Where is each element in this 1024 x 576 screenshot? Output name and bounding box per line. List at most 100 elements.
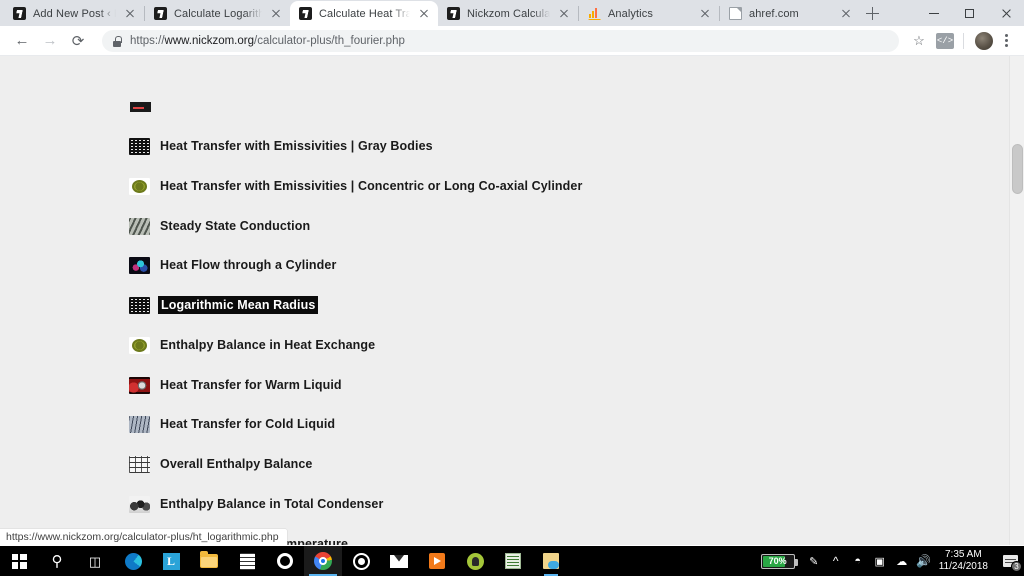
tab-close-icon[interactable] — [556, 6, 572, 22]
scrollbar-thumb[interactable] — [1012, 144, 1023, 194]
browser-tab[interactable]: Nickzom Calculator Calc — [438, 1, 578, 26]
calculator-list-item[interactable]: Heat Transfer with Emissivities | Gray B… — [129, 134, 435, 158]
forward-button[interactable]: → — [36, 27, 64, 55]
calculator-list-item-label: Overall Enthalpy Balance — [160, 457, 313, 471]
start-button[interactable] — [0, 546, 38, 576]
clock[interactable]: 7:35 AM 11/24/2018 — [935, 549, 996, 573]
qr-thumbnail-icon — [129, 137, 150, 155]
bookmark-star-icon[interactable]: ☆ — [907, 29, 931, 53]
orange-play-icon — [429, 553, 445, 569]
calculator-list-item-label: Heat Transfer with Emissivities | Concen… — [160, 179, 583, 193]
onedrive-cloud-icon[interactable]: ☁ — [891, 546, 913, 576]
profile-avatar[interactable] — [972, 29, 996, 53]
mail-envelope-icon — [390, 554, 408, 568]
browser-tab[interactable]: Calculate Logarithmic M — [145, 1, 290, 26]
maximize-button[interactable] — [952, 0, 988, 26]
browser-tab[interactable]: Calculate Heat Transfer — [290, 1, 438, 26]
windows-logo-icon — [11, 553, 27, 569]
letter-l-icon: L — [162, 552, 180, 570]
nickzom-icon — [13, 7, 26, 20]
browser-tab[interactable]: Add New Post ‹ Nickzom — [4, 1, 144, 26]
back-button[interactable]: ← — [8, 27, 36, 55]
edge-button[interactable] — [114, 546, 152, 576]
browser-tab[interactable]: Analytics — [579, 1, 719, 26]
page-content: Heat Transfer with Emissivities | Gray B… — [0, 56, 1024, 545]
qr-thumbnail-icon — [129, 296, 150, 314]
calculator-icon — [239, 552, 255, 570]
tab-title: Add New Post ‹ Nickzom — [33, 7, 116, 20]
notification-center-button[interactable]: 3 — [996, 546, 1024, 576]
calculator-list-item-label: Enthalpy Balance in Total Condenser — [160, 497, 384, 511]
calculator-button[interactable] — [228, 546, 266, 576]
calculator-list-item-label: Heat Flow through a Cylinder — [160, 258, 337, 272]
address-bar[interactable]: https://www.nickzom.org/calculator-plus/… — [102, 29, 899, 52]
search-icon: ⚲ — [51, 552, 63, 570]
tab-close-icon[interactable] — [122, 6, 138, 22]
url-host: www.nickzom.org — [164, 34, 254, 47]
tab-close-icon[interactable] — [416, 6, 432, 22]
cloud-file-button[interactable] — [532, 546, 570, 576]
window-controls — [916, 0, 1024, 26]
search-button[interactable]: ⚲ — [38, 546, 76, 576]
clock-time: 7:35 AM — [944, 549, 982, 560]
tab-close-icon[interactable] — [838, 6, 854, 22]
close-button[interactable] — [988, 0, 1024, 26]
show-hidden-icons-chevron[interactable]: ^ — [825, 546, 847, 576]
new-tab-button[interactable] — [860, 0, 886, 26]
folder-icon — [200, 551, 218, 568]
calculator-list-item[interactable]: Heat Transfer for Warm Liquid — [129, 373, 344, 397]
tab-title: Calculate Heat Transfer — [319, 7, 410, 20]
calculator-list-item-label: Heat Transfer with Emissivities | Gray B… — [160, 139, 433, 153]
calculator-list-item-label: Heat Transfer for Warm Liquid — [160, 378, 342, 392]
calculator-list-item[interactable]: Enthalpy Balance in Total Condenser — [129, 492, 385, 516]
lock-icon — [112, 35, 122, 47]
android-icon — [466, 552, 484, 570]
tab-close-icon[interactable] — [697, 6, 713, 22]
tab-close-icon[interactable] — [268, 6, 284, 22]
volume-icon[interactable]: 🔊 — [913, 546, 935, 576]
media-player-button[interactable] — [342, 546, 380, 576]
calculator-list-item[interactable]: Steady State Conduction — [129, 214, 312, 238]
gray-texture-thumbnail-icon — [129, 217, 150, 235]
browser-tab[interactable]: ahref.com — [720, 1, 860, 26]
wifi-icon[interactable]: ◓ — [847, 546, 869, 576]
tab-title: Calculate Logarithmic M — [174, 7, 262, 20]
url-text: https://www.nickzom.org/calculator-plus/… — [130, 35, 405, 47]
tab-title: ahref.com — [749, 7, 799, 20]
task-view-button[interactable]: ◫ — [76, 546, 114, 576]
calculator-list-item[interactable]: Heat Transfer for Cold Liquid — [129, 412, 337, 436]
l-app-button[interactable]: L — [152, 546, 190, 576]
nickzom-icon — [154, 7, 167, 20]
calculator-list-item[interactable]: Logarithmic Mean Radius — [129, 293, 319, 317]
url-scheme: https:// — [130, 34, 165, 47]
tabs-container: Add New Post ‹ Nickzom Calculate Logarith… — [4, 1, 860, 26]
calculator-list-item[interactable]: Enthalpy Balance in Heat Exchange — [129, 333, 377, 357]
green-circle-thumbnail-icon — [129, 336, 150, 354]
vertical-scrollbar[interactable] — [1009, 56, 1024, 545]
clock-date: 11/24/2018 — [938, 561, 988, 572]
tab-strip: Add New Post ‹ Nickzom Calculate Logarith… — [0, 0, 1024, 26]
settings-button[interactable] — [266, 546, 304, 576]
url-path: /calculator-plus/th_fourier.php — [254, 34, 405, 47]
reload-button[interactable]: ⟳ — [64, 27, 92, 55]
video-player-button[interactable] — [418, 546, 456, 576]
calculator-list-item[interactable]: Heat Flow through a Cylinder — [129, 253, 338, 277]
file-explorer-button[interactable] — [190, 546, 228, 576]
calculator-list-item-label: Steady State Conduction — [160, 219, 311, 233]
minimize-button[interactable] — [916, 0, 952, 26]
pen-workspace-icon[interactable]: ✎ — [803, 546, 825, 576]
notification-count-badge: 3 — [1011, 561, 1022, 572]
mail-button[interactable] — [380, 546, 418, 576]
extension-icon[interactable]: </> — [933, 29, 957, 53]
chrome-menu-button[interactable] — [996, 34, 1016, 47]
display-icon[interactable]: ▣ — [869, 546, 891, 576]
chrome-button[interactable] — [304, 546, 342, 576]
calculator-list-item-label: Heat Transfer for Cold Liquid — [160, 417, 336, 431]
toolbar-divider — [963, 32, 964, 49]
android-studio-button[interactable] — [456, 546, 494, 576]
clipped-thumbnail-icon — [130, 102, 151, 112]
calculator-list-item[interactable]: Heat Transfer with Emissivities | Concen… — [129, 174, 584, 198]
battery-indicator[interactable]: 70% — [760, 553, 798, 569]
spreadsheet-button[interactable] — [494, 546, 532, 576]
calculator-list-item[interactable]: Overall Enthalpy Balance — [129, 452, 314, 476]
